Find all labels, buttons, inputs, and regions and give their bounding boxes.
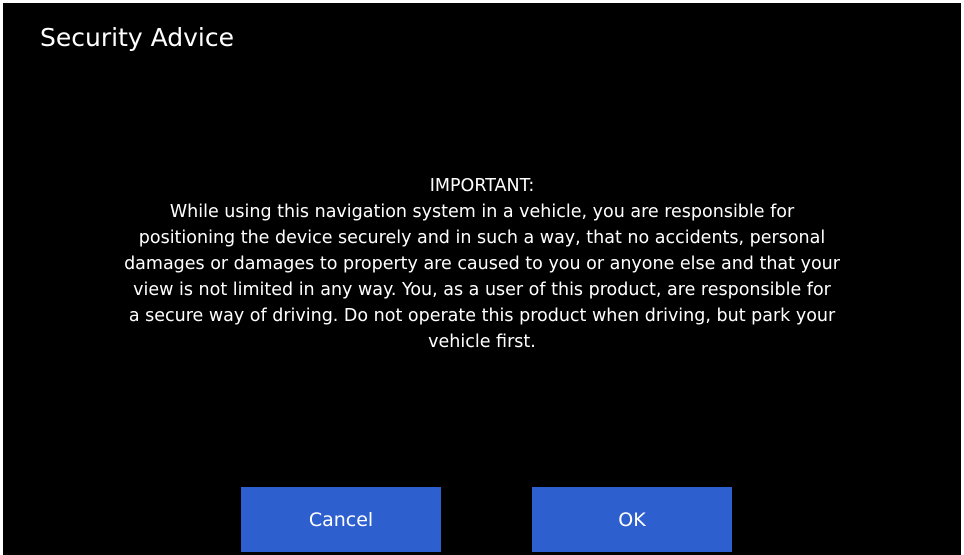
message-line: a secure way of driving. Do not operate … [128,306,836,326]
message-line: While using this navigation system in a … [169,202,795,222]
message-line: IMPORTANT: [429,176,535,196]
message-line: view is not limited in any way. You, as … [133,280,831,300]
cancel-button[interactable]: Cancel [241,487,441,552]
message-line: positioning the device securely and in s… [138,228,826,248]
ok-button[interactable]: OK [532,487,732,552]
security-message: IMPORTANT: While using this navigation s… [3,173,961,355]
dialog-title: Security Advice [40,23,235,52]
security-advice-dialog: Security Advice IMPORTANT: While using t… [3,3,961,555]
message-line: vehicle first. [428,332,536,352]
message-line: damages or damages to property are cause… [124,254,840,274]
